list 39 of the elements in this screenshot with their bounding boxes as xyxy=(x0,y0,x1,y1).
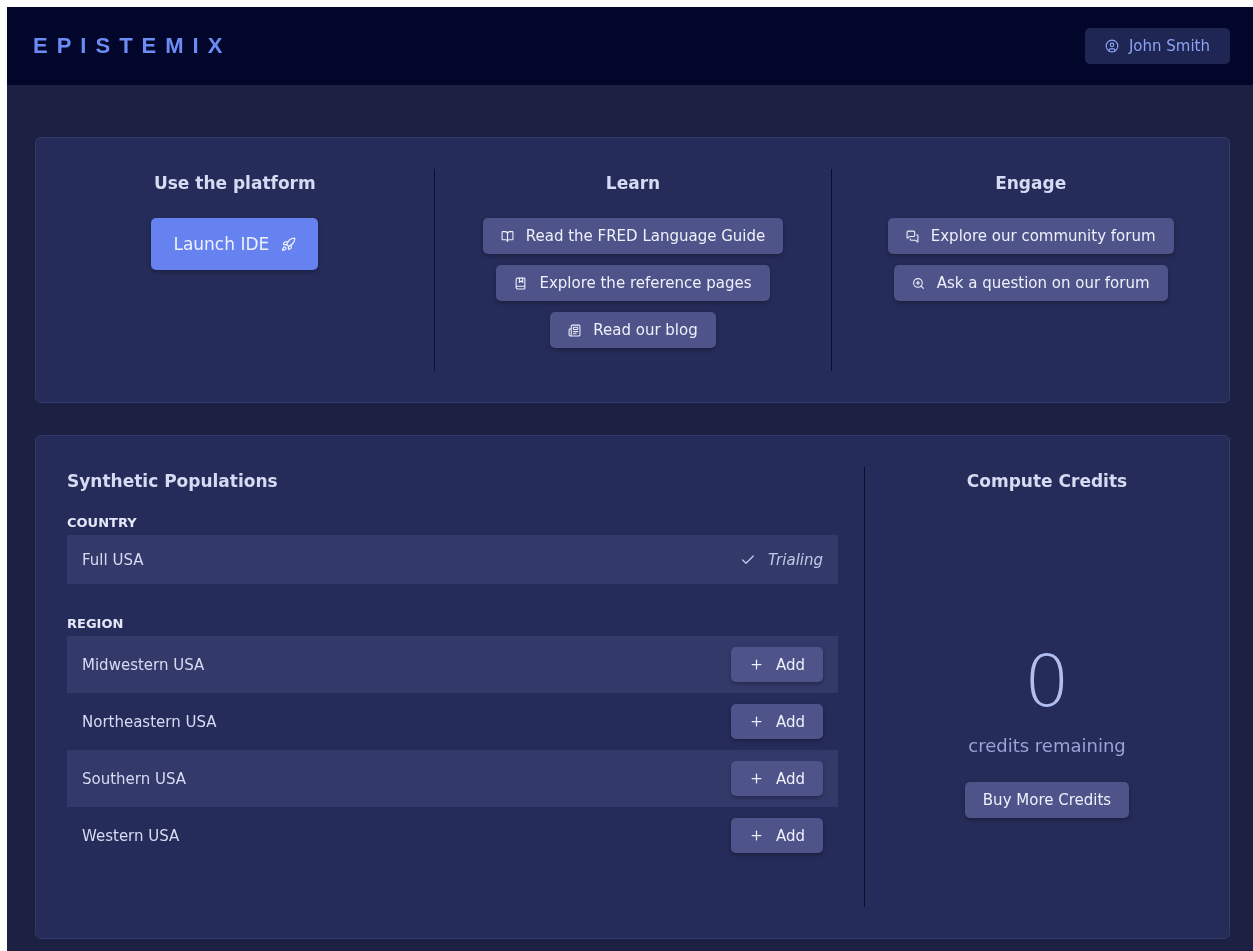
book-icon xyxy=(500,229,514,243)
population-name: Western USA xyxy=(82,826,180,845)
link-button[interactable]: Ask a question on our forum xyxy=(893,265,1168,301)
rocket-icon xyxy=(281,236,297,252)
user-icon xyxy=(1104,39,1119,53)
newspaper-icon xyxy=(568,323,582,337)
link-button[interactable]: Read our blog xyxy=(550,312,716,348)
bookmark-book-icon xyxy=(514,276,528,290)
link-button[interactable]: Explore our community forum xyxy=(887,218,1174,254)
group-label: COUNTRY xyxy=(67,515,138,530)
section-title: Engage xyxy=(995,173,1067,193)
section-title: Synthetic Populations xyxy=(67,471,279,491)
user-button[interactable]: John Smith xyxy=(1084,28,1230,64)
group-label: REGION xyxy=(67,616,125,631)
link-button[interactable]: Read the FRED Language Guide xyxy=(482,218,784,254)
status-label: Trialing xyxy=(740,550,823,569)
add-button[interactable]: Add xyxy=(730,761,823,796)
credits-count: 0 xyxy=(1024,645,1070,717)
launch-button[interactable]: Launch IDE xyxy=(151,218,319,270)
plus-icon xyxy=(748,657,764,672)
plus-icon xyxy=(748,714,764,729)
population-name: Full USA xyxy=(82,550,144,569)
section-title: Learn xyxy=(605,173,661,193)
add-button[interactable]: Add xyxy=(730,704,823,739)
buy-credits-button[interactable]: Buy More Credits xyxy=(964,782,1130,818)
chat-icon xyxy=(905,229,919,243)
add-button[interactable]: Add xyxy=(730,818,823,853)
link-button[interactable]: Explore the reference pages xyxy=(496,265,770,301)
population-name: Midwestern USA xyxy=(82,655,205,674)
plus-icon xyxy=(748,828,764,843)
zoom-in-icon xyxy=(911,276,925,290)
section-title: Compute Credits xyxy=(966,471,1128,491)
logo: EPISTEMIX xyxy=(33,33,232,59)
plus-icon xyxy=(748,771,764,786)
add-button[interactable]: Add xyxy=(730,647,823,682)
credits-caption: credits remaining xyxy=(968,735,1126,756)
population-name: Southern USA xyxy=(82,769,187,788)
population-name: Northeastern USA xyxy=(82,712,217,731)
section-title: Use the platform xyxy=(153,173,316,193)
